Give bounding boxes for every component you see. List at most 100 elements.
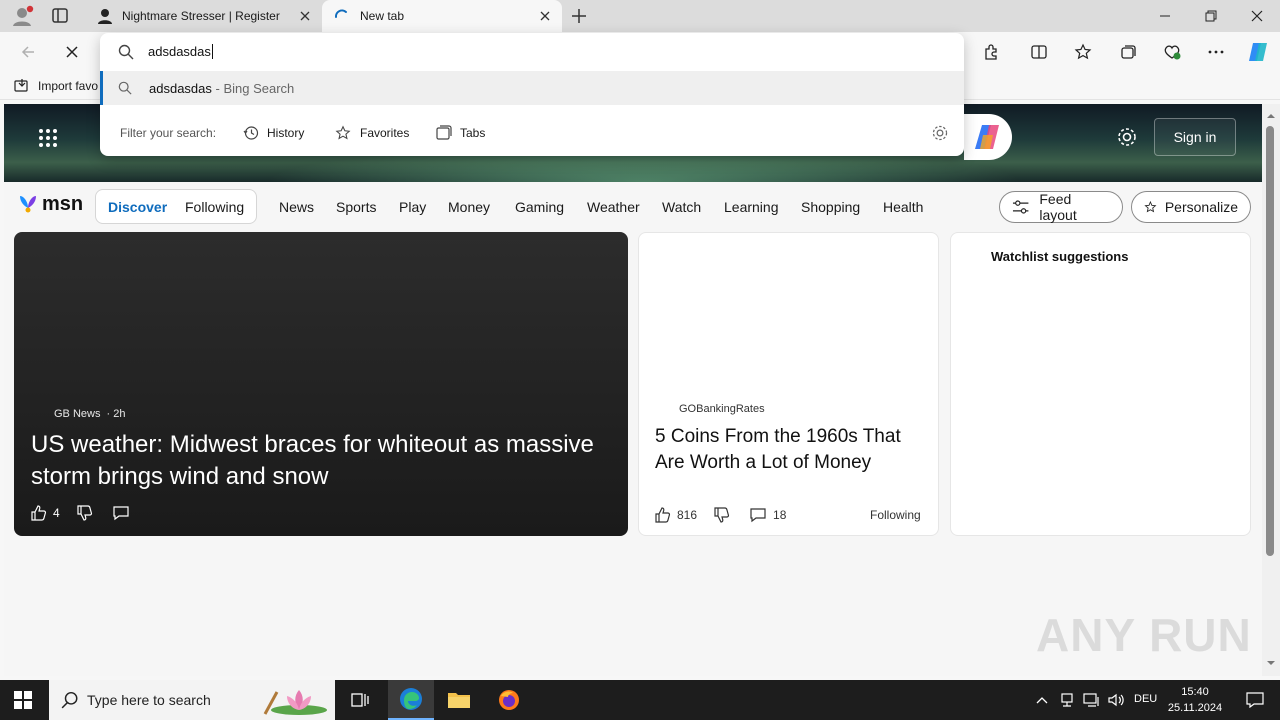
comment-count: 18 bbox=[773, 508, 787, 522]
lotus-flower-icon bbox=[263, 690, 327, 715]
nav-shopping[interactable]: Shopping bbox=[801, 199, 860, 215]
stop-loading-icon[interactable] bbox=[56, 38, 88, 66]
watchlist-card: Watchlist suggestions bbox=[950, 232, 1251, 536]
following-label[interactable]: Following bbox=[870, 508, 921, 522]
sign-in-button[interactable]: Sign in bbox=[1154, 118, 1236, 156]
news-card-coins[interactable]: GOBankingRates 5 Coins From the 1960s Th… bbox=[638, 232, 939, 536]
import-favorites-button[interactable]: Import favo bbox=[14, 78, 98, 94]
card-source: GB News · 2h bbox=[54, 408, 126, 420]
browser-essentials-icon[interactable] bbox=[1156, 38, 1188, 66]
person-icon bbox=[98, 8, 112, 24]
suggestion-engine: - Bing Search bbox=[211, 81, 295, 96]
card-source: GOBankingRates bbox=[679, 403, 765, 415]
sparkle-star-icon bbox=[1144, 200, 1157, 213]
address-bar-dropdown: adsdasdas adsdasdas - Bing Search Filter… bbox=[100, 33, 964, 156]
back-arrow-icon[interactable] bbox=[12, 38, 44, 66]
clock-time: 15:40 bbox=[1181, 686, 1209, 698]
filter-favorites[interactable]: Favorites bbox=[334, 125, 409, 141]
copilot-icon[interactable] bbox=[1242, 38, 1274, 66]
new-tab-icon[interactable] bbox=[570, 7, 588, 25]
card-headline[interactable]: 5 Coins From the 1960s That Are Worth a … bbox=[655, 424, 930, 476]
comment-icon[interactable] bbox=[749, 506, 767, 524]
nav-news[interactable]: News bbox=[279, 199, 314, 215]
source-age: · 2h bbox=[106, 408, 126, 420]
edge-taskbar-icon[interactable] bbox=[388, 680, 434, 720]
dislike-icon[interactable] bbox=[76, 504, 94, 522]
split-screen-icon[interactable] bbox=[1023, 38, 1055, 66]
like-icon[interactable] bbox=[654, 506, 672, 524]
language-indicator[interactable]: DEU bbox=[1134, 693, 1157, 705]
like-icon[interactable] bbox=[30, 504, 48, 522]
tab-discover[interactable]: Discover bbox=[108, 199, 167, 215]
clock[interactable]: 15:40 25.11.2024 bbox=[1164, 684, 1226, 716]
close-tab-icon[interactable] bbox=[538, 9, 552, 23]
notifications-icon[interactable] bbox=[1232, 680, 1278, 720]
more-options-icon[interactable] bbox=[1200, 38, 1232, 66]
card-actions: 816 18 bbox=[654, 506, 786, 524]
profile-icon[interactable] bbox=[10, 5, 36, 27]
sliders-icon bbox=[1012, 200, 1029, 214]
tab-nightmare-stresser[interactable]: Nightmare Stresser | Register bbox=[86, 0, 322, 32]
msn-logo[interactable]: msn bbox=[16, 192, 83, 216]
app-launcher-icon[interactable] bbox=[38, 128, 58, 148]
tab-following[interactable]: Following bbox=[185, 199, 244, 215]
card-headline[interactable]: US weather: Midwest braces for whiteout … bbox=[31, 429, 621, 493]
text-cursor bbox=[211, 44, 213, 59]
search-settings-gear-icon[interactable] bbox=[931, 124, 949, 142]
address-input[interactable]: adsdasdas bbox=[148, 44, 213, 59]
dislike-icon[interactable] bbox=[713, 506, 731, 524]
loading-spinner-icon bbox=[334, 8, 350, 24]
nav-sports[interactable]: Sports bbox=[336, 199, 376, 215]
task-view-icon[interactable] bbox=[337, 680, 383, 720]
tab-title: Nightmare Stresser | Register bbox=[122, 9, 280, 23]
filter-label: Filter your search: bbox=[120, 126, 217, 140]
nav-money[interactable]: Money bbox=[448, 199, 490, 215]
taskbar-search-placeholder: Type here to search bbox=[87, 692, 211, 708]
filter-history[interactable]: History bbox=[243, 125, 304, 141]
favorites-star-icon bbox=[335, 125, 351, 140]
search-icon bbox=[118, 44, 134, 60]
file-explorer-icon[interactable] bbox=[436, 680, 482, 720]
firefox-icon[interactable] bbox=[486, 680, 532, 720]
nav-health[interactable]: Health bbox=[883, 199, 923, 215]
settings-gear-icon[interactable] bbox=[1116, 126, 1138, 148]
comment-icon[interactable] bbox=[112, 504, 130, 522]
copilot-search-button[interactable] bbox=[964, 114, 1012, 160]
extensions-icon[interactable] bbox=[975, 38, 1007, 66]
filter-tabs[interactable]: Tabs bbox=[436, 125, 485, 141]
feed-layout-button[interactable]: Feed layout bbox=[999, 191, 1123, 223]
feed-layout-label: Feed layout bbox=[1039, 191, 1077, 223]
tab-strip: Nightmare Stresser | Register New tab bbox=[0, 0, 1280, 32]
nav-play[interactable]: Play bbox=[399, 199, 426, 215]
close-tab-icon[interactable] bbox=[298, 9, 312, 23]
nav-weather[interactable]: Weather bbox=[587, 199, 640, 215]
nav-watch[interactable]: Watch bbox=[662, 199, 701, 215]
suggestion-text: adsdasdas - Bing Search bbox=[149, 81, 294, 96]
close-window-button[interactable] bbox=[1234, 0, 1280, 32]
windows-start-icon[interactable] bbox=[0, 680, 46, 720]
tabs-icon bbox=[436, 125, 452, 140]
restore-button[interactable] bbox=[1188, 0, 1234, 32]
personalize-button[interactable]: Personalize bbox=[1131, 191, 1251, 223]
tab-title: New tab bbox=[360, 9, 405, 23]
windows-taskbar: Type here to search DEU 15:40 25.11.2024 bbox=[0, 680, 1280, 720]
suggestion-bing-search[interactable]: adsdasdas - Bing Search bbox=[100, 71, 964, 105]
tab-new-tab[interactable]: New tab bbox=[322, 0, 562, 32]
nav-gaming[interactable]: Gaming bbox=[515, 199, 564, 215]
page-scrollbar[interactable] bbox=[1262, 104, 1280, 676]
network-icon[interactable] bbox=[1080, 680, 1104, 720]
nav-learning[interactable]: Learning bbox=[724, 199, 779, 215]
suggestion-query: adsdasdas bbox=[149, 81, 212, 96]
tab-actions-icon[interactable] bbox=[50, 7, 70, 25]
address-value: adsdasdas bbox=[148, 44, 211, 59]
msn-new-tab-page: Sign in msn Discover Following News Spor… bbox=[4, 104, 1262, 676]
volume-icon[interactable] bbox=[1104, 680, 1128, 720]
collections-icon[interactable] bbox=[1112, 38, 1144, 66]
news-card-lead[interactable]: GB News · 2h US weather: Midwest braces … bbox=[14, 232, 628, 536]
network-adapter-icon[interactable] bbox=[1056, 680, 1078, 720]
favorites-star-icon[interactable] bbox=[1067, 38, 1099, 66]
msn-wordmark: msn bbox=[42, 192, 84, 215]
minimize-button[interactable] bbox=[1142, 0, 1188, 32]
taskbar-search-box[interactable]: Type here to search bbox=[49, 680, 335, 720]
anyrun-watermark: ANY RUN bbox=[1036, 609, 1252, 661]
